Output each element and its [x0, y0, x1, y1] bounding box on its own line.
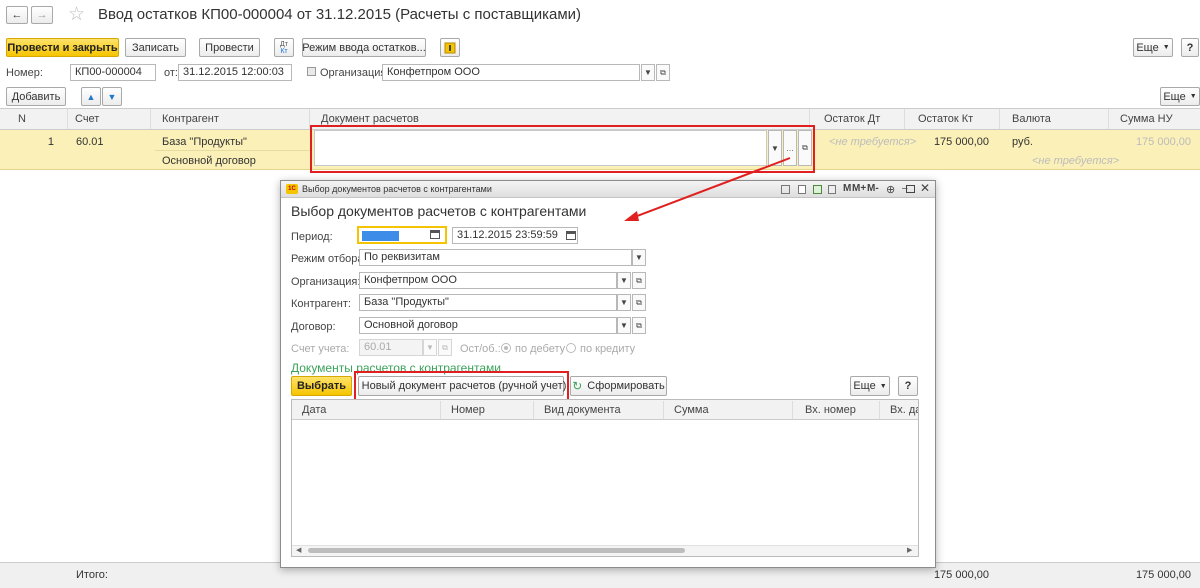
annotation-arrow — [624, 157, 791, 221]
annotation-arrow-head — [624, 211, 639, 221]
annotation-arrow-line — [631, 157, 791, 219]
